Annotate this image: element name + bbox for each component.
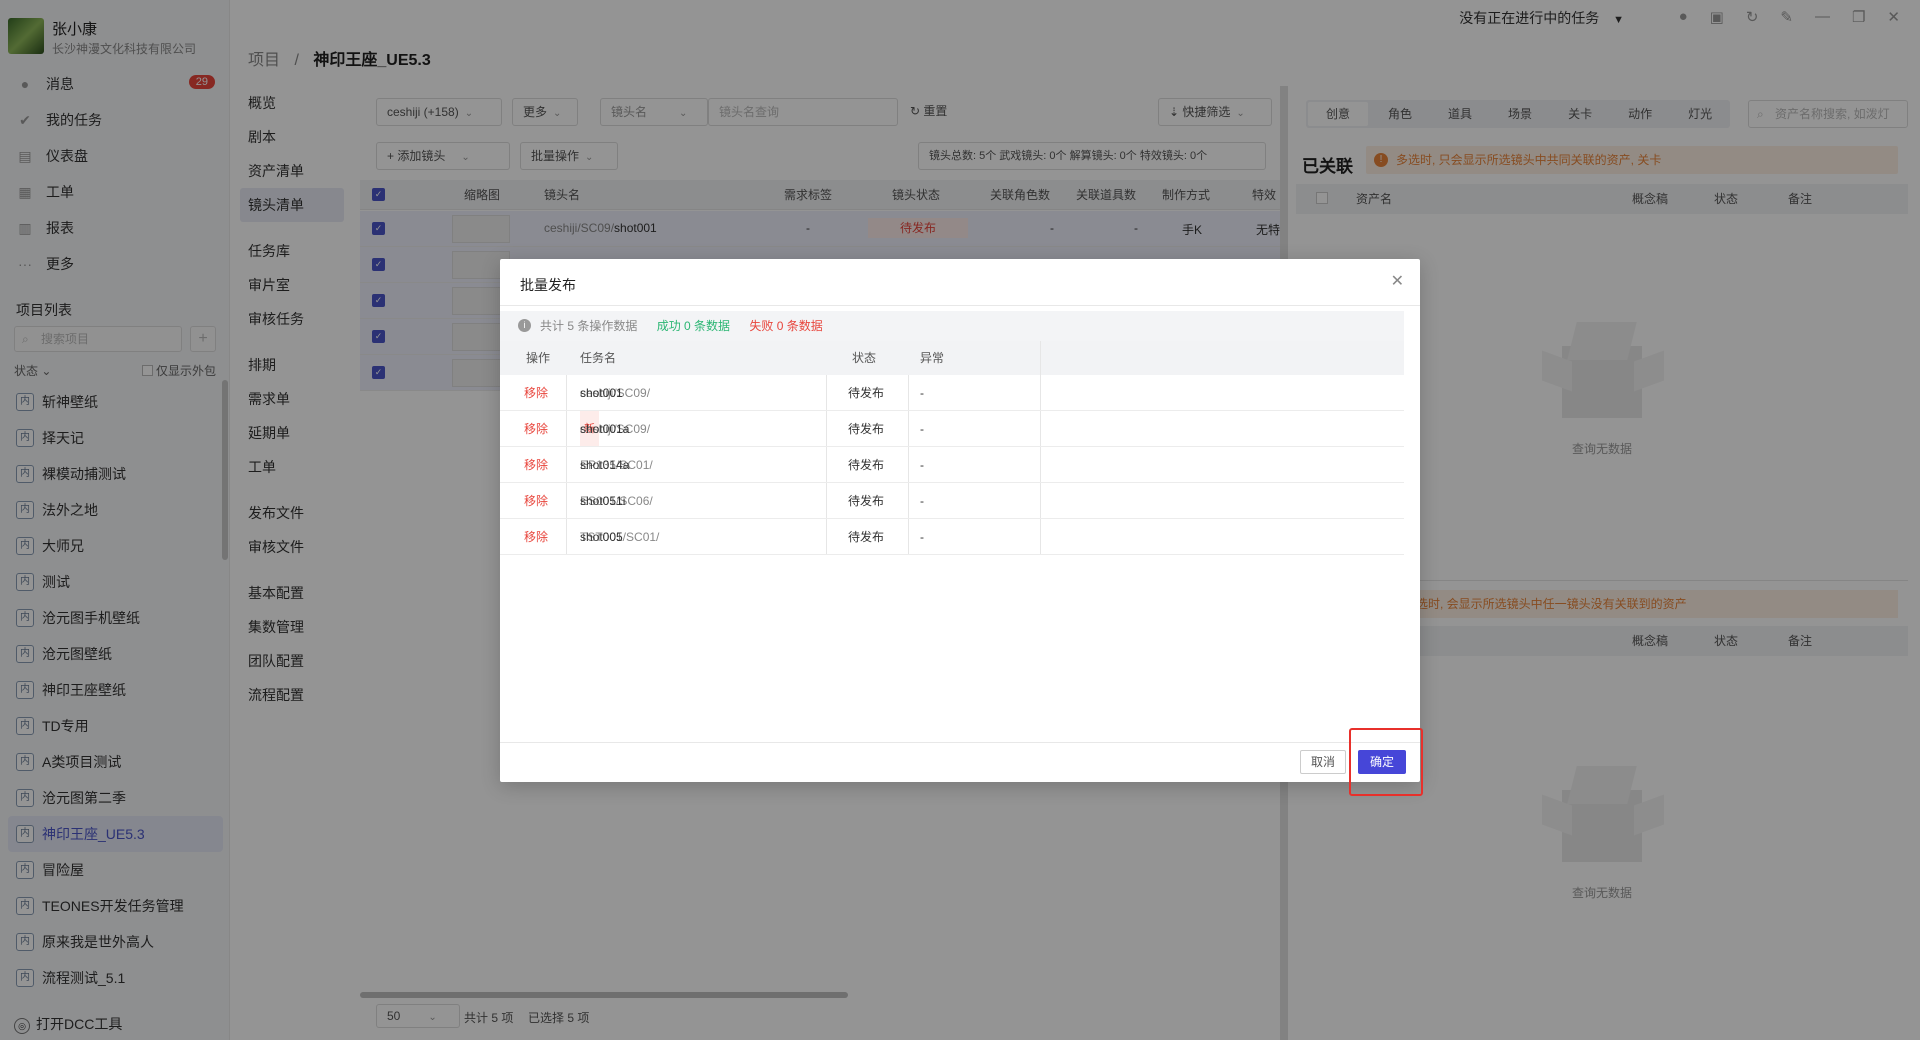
operation-summary: i 共计 5 条操作数据 成功 0 条数据 失败 0 条数据 <box>500 311 1404 341</box>
info-icon: i <box>518 319 531 332</box>
column-header-status: 状态 <box>852 351 877 365</box>
summary-total: 共计 5 条操作数据 <box>540 319 638 333</box>
publish-table-body: 移除 ceshiji/SC09/shot001 待发布 - 移除新 ceshiji/SC0… <box>500 375 1404 555</box>
task-status: 待发布 <box>848 494 885 508</box>
remove-link[interactable]: 移除 <box>524 519 548 554</box>
table-row: 移除 ceshiji/SC09/shot001 待发布 - <box>500 375 1404 411</box>
remove-link[interactable]: 移除 <box>524 411 548 446</box>
task-error: - <box>920 458 924 472</box>
remove-link[interactable]: 移除 <box>524 447 548 482</box>
task-status: 待发布 <box>848 458 885 472</box>
column-header-task-name: 任务名 <box>580 351 617 365</box>
task-error: - <box>920 386 924 400</box>
task-status: 待发布 <box>848 386 885 400</box>
task-name-shot: shot001a <box>580 422 630 436</box>
confirm-highlight-annotation <box>1349 728 1423 796</box>
task-name-shot: shot001 <box>580 386 623 400</box>
dialog-title: 批量发布 <box>520 277 576 293</box>
dialog-divider <box>500 305 1420 306</box>
column-header-error: 异常 <box>920 351 945 365</box>
table-row: 移除 TST001/SC01/shot005 待发布 - <box>500 519 1404 555</box>
summary-failure: 失败 0 条数据 <box>749 319 823 333</box>
publish-table-header: 操作 任务名 状态 异常 <box>500 341 1404 375</box>
task-error: - <box>920 530 924 544</box>
task-name-shot: shot051i <box>580 494 626 508</box>
column-header-operation: 操作 <box>526 351 551 365</box>
task-error: - <box>920 494 924 508</box>
batch-publish-dialog: 批量发布 ✕ i 共计 5 条操作数据 成功 0 条数据 失败 0 条数据 操作… <box>500 259 1420 782</box>
table-row: 移除新 ceshiji/SC09/shot001a 待发布 - <box>500 411 1404 447</box>
dialog-footer-divider <box>500 742 1420 743</box>
summary-success: 成功 0 条数据 <box>656 319 731 333</box>
publish-task-table: 操作 任务名 状态 异常 移除 ceshiji/SC09/shot001 待发布 - 移… <box>500 341 1404 555</box>
task-status: 待发布 <box>848 422 885 436</box>
remove-link[interactable]: 移除 <box>524 375 548 410</box>
table-row: 移除 ES001/SC06/shot051i 待发布 - <box>500 483 1404 519</box>
table-row: 移除 EP135/SC01/shot014a 待发布 - <box>500 447 1404 483</box>
cancel-button[interactable]: 取消 <box>1300 750 1346 774</box>
task-name-shot: shot014a <box>580 458 630 472</box>
task-status: 待发布 <box>848 530 885 544</box>
close-icon[interactable]: ✕ <box>1391 271 1404 291</box>
task-error: - <box>920 422 924 436</box>
remove-link[interactable]: 移除 <box>524 483 548 518</box>
task-name-shot: shot005 <box>580 530 623 544</box>
